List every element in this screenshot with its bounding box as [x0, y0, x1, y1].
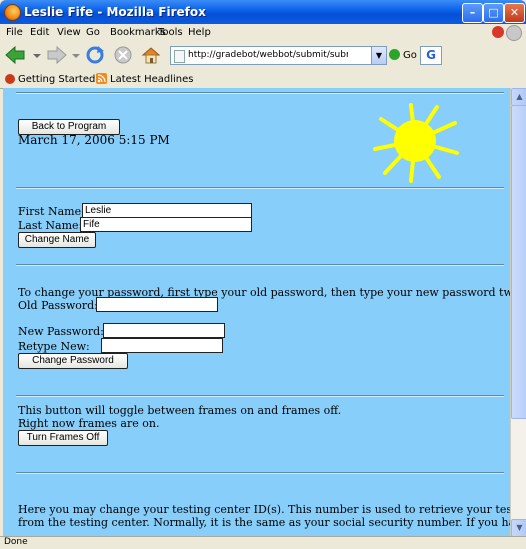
url-dropdown-icon[interactable]: ▼: [371, 47, 386, 64]
vertical-scrollbar[interactable]: ▲ ▼: [510, 88, 526, 537]
retype-password-field[interactable]: [101, 338, 223, 353]
last-name-label: Last Name:: [18, 219, 83, 232]
bookmarks-toolbar: Getting Started Latest Headlines: [0, 70, 526, 89]
forward-arrow-icon[interactable]: [46, 45, 68, 65]
status-text: Done: [4, 537, 28, 547]
new-password-label: New Password:: [18, 325, 104, 338]
navigation-toolbar: http://gradebot/webbot/submit/submit.cg …: [0, 41, 526, 71]
sun-icon: [373, 103, 459, 183]
divider: [16, 187, 504, 189]
firefox-icon: [4, 4, 21, 21]
menu-file[interactable]: File: [6, 27, 23, 38]
close-button[interactable]: ✕: [504, 3, 525, 23]
search-engine-icon[interactable]: G: [420, 46, 442, 65]
frames-status: Right now frames are on.: [18, 417, 160, 430]
divider: [16, 92, 504, 94]
date-time: March 17, 2006 5:15 PM: [18, 133, 170, 147]
menu-go[interactable]: Go: [86, 27, 100, 38]
first-name-field[interactable]: Leslie: [82, 203, 252, 218]
menu-edit[interactable]: Edit: [30, 27, 49, 38]
maximize-button[interactable]: □: [483, 3, 504, 23]
scroll-up-arrow-icon[interactable]: ▲: [511, 88, 526, 106]
forward-dropdown-icon[interactable]: [70, 45, 82, 65]
stop-icon[interactable]: [112, 45, 134, 65]
menu-bar: File Edit View Go Bookmarks Tools Help: [0, 24, 526, 41]
divider: [16, 264, 504, 266]
getting-started-icon: [5, 74, 15, 84]
stop-indicator-icon: [492, 26, 504, 38]
scroll-thumb[interactable]: [511, 105, 526, 419]
old-password-field[interactable]: [96, 297, 218, 312]
testing-center-text-line1: Here you may change your testing center …: [18, 503, 510, 516]
back-dropdown-icon[interactable]: [30, 45, 44, 65]
go-icon[interactable]: [389, 49, 400, 60]
bookmark-getting-started[interactable]: Getting Started: [18, 74, 95, 85]
last-name-field[interactable]: Fife: [80, 217, 252, 232]
throbber-icon: [506, 25, 522, 41]
new-password-field[interactable]: [103, 323, 225, 338]
change-name-button[interactable]: Change Name: [18, 232, 96, 248]
testing-center-text-line2: from the testing center. Normally, it is…: [18, 516, 510, 529]
toggle-frames-button[interactable]: Turn Frames Off: [18, 430, 108, 446]
retype-password-label: Retype New:: [18, 340, 90, 353]
first-name-label: First Name:: [18, 205, 85, 218]
menu-view[interactable]: View: [57, 27, 81, 38]
scroll-down-arrow-icon[interactable]: ▼: [511, 519, 526, 537]
divider: [16, 472, 504, 474]
old-password-label: Old Password:: [18, 299, 98, 312]
divider: [16, 395, 504, 397]
title-bar: Leslie Fife - Mozilla Firefox – □ ✕: [0, 0, 526, 24]
status-bar: Done: [0, 536, 526, 549]
minimize-button[interactable]: –: [462, 3, 483, 23]
change-password-button[interactable]: Change Password: [18, 353, 128, 369]
menu-tools[interactable]: Tools: [158, 27, 183, 38]
home-icon[interactable]: [140, 45, 162, 65]
go-button[interactable]: Go: [403, 50, 417, 61]
page-content: Back to Program March 17, 2006 5:15 PM F…: [3, 88, 510, 536]
rss-feed-icon: [96, 73, 107, 84]
back-arrow-icon[interactable]: [4, 45, 26, 65]
bookmark-latest-headlines[interactable]: Latest Headlines: [110, 74, 194, 85]
url-text: http://gradebot/webbot/submit/submit.cg: [188, 50, 348, 60]
reload-icon[interactable]: [84, 45, 106, 65]
password-instructions: To change your password, first type your…: [18, 286, 510, 299]
frames-description: This button will toggle between frames o…: [18, 404, 342, 417]
menu-help[interactable]: Help: [188, 27, 211, 38]
page-icon: [174, 50, 185, 63]
url-field[interactable]: http://gradebot/webbot/submit/submit.cg …: [170, 46, 387, 65]
window-title: Leslie Fife - Mozilla Firefox: [24, 5, 206, 19]
